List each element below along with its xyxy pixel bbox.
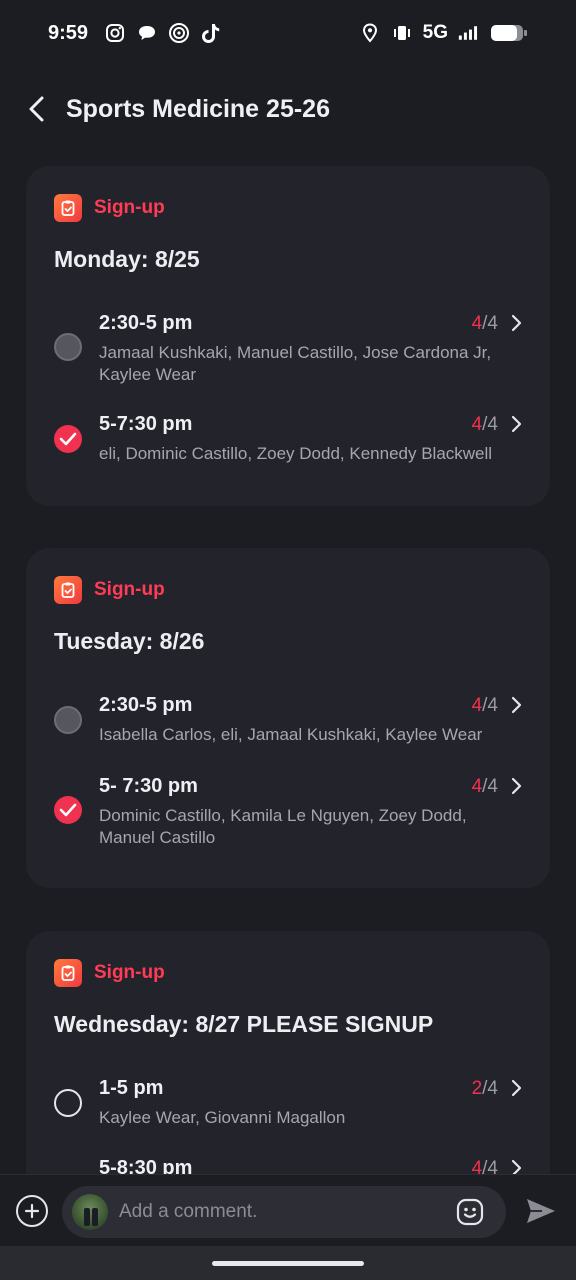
- slot-count-filled: 4: [471, 313, 483, 334]
- check-icon: [59, 803, 77, 817]
- status-bar: 9:59 5G: [0, 0, 576, 66]
- signup-slot[interactable]: 5- 7:30 pm 4/4 Dominic Castillo, Kamila …: [54, 775, 524, 847]
- clipboard-check-icon: [54, 576, 82, 604]
- emoji-button[interactable]: [454, 1196, 486, 1228]
- slot-count-capacity: /4: [482, 695, 498, 716]
- chevron-right-icon[interactable]: [508, 1077, 524, 1099]
- signup-slot[interactable]: 5-7:30 pm 4/4 eli, Dominic Castillo, Zoe…: [54, 413, 524, 463]
- slot-count-filled: 2: [471, 1078, 483, 1099]
- system-nav-bar: [0, 1246, 576, 1280]
- slot-time: 1-5 pm: [99, 1077, 164, 1099]
- slot-count: 2/4: [472, 1078, 498, 1100]
- slot-time: 2:30-5 pm: [99, 312, 193, 334]
- slot-radio-unselected[interactable]: [54, 333, 82, 361]
- status-time: 9:59: [48, 21, 89, 44]
- slot-time: 2:30-5 pm: [99, 694, 193, 716]
- slot-count-capacity: /4: [482, 414, 498, 435]
- emoji-icon: [456, 1198, 484, 1226]
- slot-radio-checked[interactable]: [54, 796, 82, 824]
- slot-radio-empty[interactable]: [54, 1089, 82, 1117]
- slot-time: 5- 7:30 pm: [99, 775, 198, 797]
- vibrate-icon: [391, 22, 413, 44]
- slot-participants: Jamaal Kushkaki, Manuel Castillo, Jose C…: [99, 343, 492, 384]
- chevron-right-icon[interactable]: [508, 694, 524, 716]
- slot-count: 4/4: [472, 313, 498, 335]
- signup-tag-label: Sign-up: [94, 962, 165, 983]
- instagram-icon: [104, 22, 126, 44]
- slot-participants: Dominic Castillo, Kamila Le Nguyen, Zoey…: [99, 806, 467, 847]
- add-button[interactable]: [16, 1195, 48, 1227]
- signup-tag: Sign-up: [54, 194, 522, 222]
- signup-slot[interactable]: 1-5 pm 2/4 Kaylee Wear, Giovanni Magallo…: [54, 1077, 524, 1127]
- check-icon: [59, 432, 77, 446]
- send-button[interactable]: [522, 1193, 560, 1229]
- slot-count-capacity: /4: [482, 313, 498, 334]
- slot-count-capacity: /4: [482, 776, 498, 797]
- comment-bar: [0, 1174, 576, 1246]
- comment-box[interactable]: [62, 1186, 506, 1238]
- slot-count-capacity: /4: [482, 1078, 498, 1099]
- slot-count: 4/4: [472, 695, 498, 717]
- location-icon: [359, 22, 381, 44]
- chevron-right-icon[interactable]: [508, 775, 524, 797]
- chevron-right-icon[interactable]: [508, 413, 524, 435]
- chat-icon: [136, 22, 158, 44]
- slot-count: 4/4: [472, 414, 498, 436]
- slot-count-filled: 4: [471, 695, 483, 716]
- chevron-right-icon[interactable]: [508, 312, 524, 334]
- comment-input[interactable]: [119, 1186, 439, 1238]
- signup-tag-label: Sign-up: [94, 197, 165, 218]
- page-title: Sports Medicine 25-26: [66, 94, 330, 123]
- signup-tag: Sign-up: [54, 576, 522, 604]
- card-title: Wednesday: 8/27 PLEASE SIGNUP: [54, 1011, 434, 1037]
- signal-icon: [458, 22, 480, 44]
- slot-radio-checked[interactable]: [54, 425, 82, 453]
- slot-participants: Kaylee Wear, Giovanni Magallon: [99, 1108, 346, 1127]
- status-left: 9:59: [48, 22, 222, 45]
- slot-count: 4/4: [472, 776, 498, 798]
- signup-slot[interactable]: 2:30-5 pm 4/4 Isabella Carlos, eli, Jama…: [54, 694, 524, 744]
- slot-time: 5-7:30 pm: [99, 413, 193, 435]
- signup-slot[interactable]: 2:30-5 pm 4/4 Jamaal Kushkaki, Manuel Ca…: [54, 312, 524, 384]
- home-indicator[interactable]: [212, 1261, 364, 1266]
- slot-participants: Isabella Carlos, eli, Jamaal Kushkaki, K…: [99, 725, 483, 744]
- send-icon: [527, 1199, 555, 1223]
- slot-count-filled: 4: [471, 776, 483, 797]
- battery-icon: [490, 22, 528, 44]
- slot-participants: eli, Dominic Castillo, Zoey Dodd, Kenned…: [99, 444, 493, 463]
- plus-icon: [24, 1203, 40, 1219]
- signup-tag-label: Sign-up: [94, 579, 165, 600]
- header: Sports Medicine 25-26: [0, 80, 576, 138]
- clipboard-check-icon: [54, 959, 82, 987]
- card-title: Tuesday: 8/26: [54, 628, 205, 654]
- clipboard-check-icon: [54, 194, 82, 222]
- network-label: 5G: [422, 22, 448, 43]
- back-arrow-icon: [29, 96, 44, 122]
- avatar: [72, 1194, 108, 1230]
- slot-count-filled: 4: [471, 414, 483, 435]
- status-right: 5G: [359, 22, 528, 44]
- slot-radio-unselected[interactable]: [54, 706, 82, 734]
- signup-card-tuesday: Sign-up Tuesday: 8/26 2:30-5 pm 4/4 Isab…: [26, 548, 550, 888]
- signup-tag: Sign-up: [54, 959, 522, 987]
- signup-card-monday: Sign-up Monday: 8/25 2:30-5 pm 4/4 Jamaa…: [26, 166, 550, 506]
- threads-icon: [168, 22, 190, 44]
- tiktok-icon: [200, 22, 222, 44]
- back-button[interactable]: [22, 89, 50, 129]
- card-title: Monday: 8/25: [54, 246, 200, 272]
